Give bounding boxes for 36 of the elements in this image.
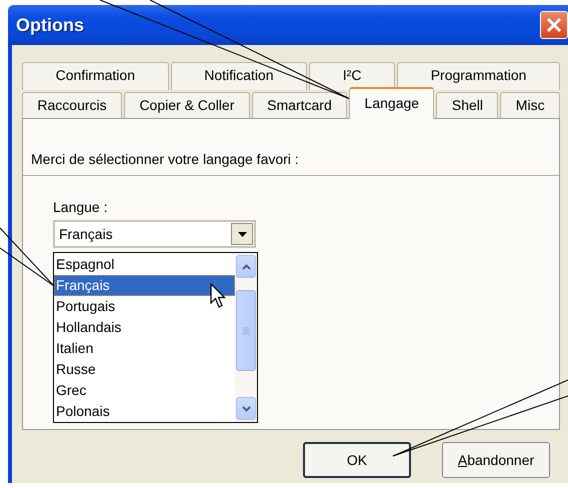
list-item[interactable]: Français: [54, 275, 235, 296]
chevron-up-icon: [242, 264, 250, 270]
tab[interactable]: Raccourcis: [22, 92, 122, 118]
caret-icon: [238, 232, 246, 236]
instruction-text: Merci de sélectionner votre langage favori :: [30, 151, 299, 167]
grip-icon: [242, 326, 250, 334]
list-item[interactable]: Italien: [54, 338, 235, 359]
scroll-up-button[interactable]: [236, 255, 256, 278]
list-item[interactable]: Portugais: [54, 296, 235, 317]
tab[interactable]: Confirmation: [22, 62, 169, 90]
tab[interactable]: Notification: [170, 62, 308, 90]
language-dropdown[interactable]: Français: [53, 220, 256, 248]
close-button[interactable]: [540, 11, 568, 39]
list-item[interactable]: Polonais: [54, 401, 235, 422]
close-icon: [546, 17, 562, 33]
tab[interactable]: Programmation: [397, 62, 560, 90]
scrollbar[interactable]: [235, 253, 257, 422]
window-title: Options: [16, 14, 84, 36]
dropdown-button[interactable]: [231, 223, 253, 245]
scroll-thumb[interactable]: [236, 290, 256, 371]
mouse-pointer-icon: [210, 283, 226, 309]
ok-button[interactable]: OK: [303, 442, 411, 478]
list-item[interactable]: Hollandais: [54, 317, 235, 338]
tab[interactable]: I²C: [309, 62, 396, 90]
scroll-down-button[interactable]: [236, 397, 256, 420]
tab[interactable]: Langage: [349, 87, 434, 119]
tab[interactable]: Copier & Coller: [124, 92, 250, 118]
tab[interactable]: Misc: [500, 92, 560, 118]
tab[interactable]: Shell: [436, 92, 498, 118]
list-item[interactable]: Grec: [54, 380, 235, 401]
cancel-button[interactable]: Abandonner: [442, 442, 550, 478]
list-item[interactable]: Espagnol: [54, 254, 235, 275]
field-label: Langue :: [53, 199, 108, 215]
list-item[interactable]: Russe: [54, 359, 235, 380]
tab[interactable]: Smartcard: [252, 92, 348, 118]
chevron-down-icon: [242, 406, 250, 412]
